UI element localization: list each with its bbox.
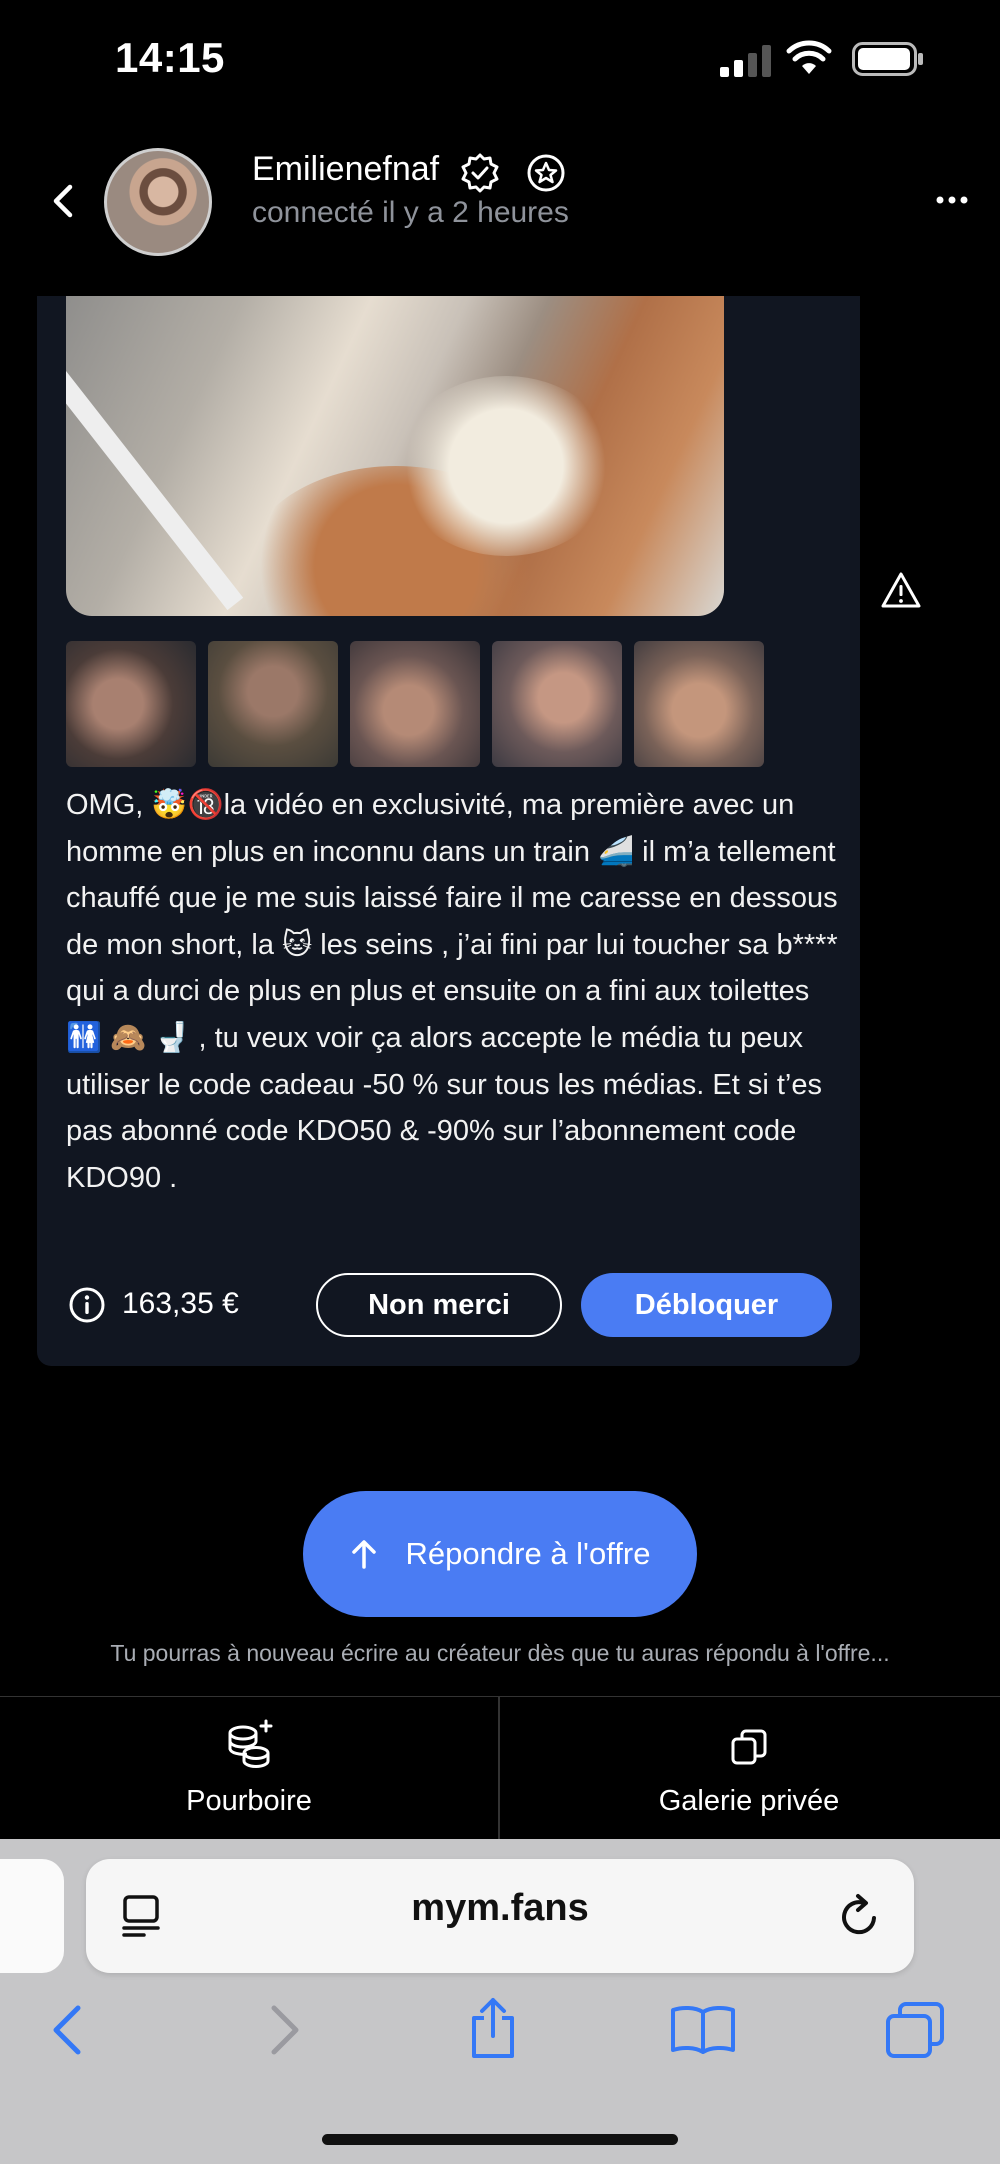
- decline-button[interactable]: Non merci: [316, 1273, 562, 1337]
- home-indicator: [322, 2134, 678, 2145]
- blurred-thumbnail[interactable]: [66, 641, 196, 767]
- arrow-up-icon: [351, 1540, 376, 1569]
- media-thumbnails: [66, 641, 766, 769]
- back-chevron-icon[interactable]: [50, 184, 76, 218]
- offer-price: 163,35 €: [122, 1287, 239, 1320]
- chat-action-bar: Pourboire Galerie privée: [0, 1696, 1000, 1840]
- unlock-button[interactable]: Débloquer: [581, 1273, 832, 1337]
- gallery-label: Galerie privée: [658, 1785, 840, 1817]
- copy-gallery-icon: [731, 1729, 767, 1765]
- more-dots-icon[interactable]: [936, 190, 968, 210]
- info-icon[interactable]: [68, 1286, 106, 1324]
- tabs-overview-icon[interactable]: [884, 2000, 946, 2060]
- bookmarks-icon[interactable]: [670, 2004, 736, 2054]
- verified-badge-icon: [461, 153, 499, 193]
- blurred-thumbnail[interactable]: [350, 641, 480, 767]
- reply-offer-label: Répondre à l'offre: [405, 1536, 651, 1571]
- share-icon[interactable]: [466, 1996, 520, 2060]
- status-time: 14:15: [115, 34, 225, 81]
- reload-icon[interactable]: [838, 1892, 882, 1940]
- private-gallery-button[interactable]: Galerie privée: [500, 1697, 998, 1840]
- wifi-icon: [786, 40, 832, 74]
- message-text: OMG, 🤯🔞la vidéo en exclusivité, ma premi…: [66, 789, 838, 1194]
- url-text[interactable]: mym.fans: [86, 1887, 914, 1930]
- creator-name[interactable]: Emilienefnaf: [252, 150, 439, 189]
- battery-icon: [852, 42, 923, 76]
- report-warning-icon[interactable]: [880, 570, 922, 610]
- blurred-thumbnail[interactable]: [492, 641, 622, 767]
- cellular-signal-icon: [720, 45, 771, 77]
- tip-button[interactable]: Pourboire: [0, 1697, 500, 1840]
- avatar[interactable]: [104, 148, 212, 256]
- blurred-thumbnail[interactable]: [634, 641, 764, 767]
- reply-note: Tu pourras à nouveau écrire au créateur …: [110, 1640, 890, 1666]
- browser-forward-icon[interactable]: [268, 2004, 302, 2056]
- star-badge-icon[interactable]: [526, 153, 566, 193]
- blurred-thumbnail[interactable]: [208, 641, 338, 767]
- previous-tab-peek[interactable]: [0, 1859, 64, 1973]
- reply-offer-button[interactable]: Répondre à l'offre: [303, 1491, 697, 1617]
- video-preview[interactable]: [66, 296, 724, 616]
- browser-back-icon[interactable]: [50, 2004, 84, 2056]
- coins-plus-icon: [228, 1719, 273, 1768]
- tip-label: Pourboire: [186, 1785, 312, 1817]
- online-status: connecté il y a 2 heures: [252, 196, 569, 229]
